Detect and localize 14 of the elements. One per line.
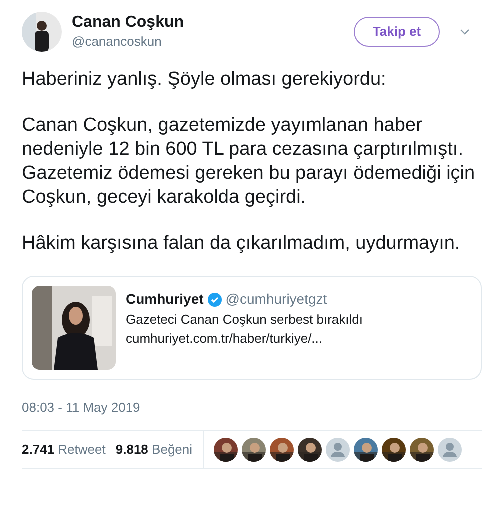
card-title: Gazeteci Canan Coşkun serbest bırakıldı <box>126 311 364 329</box>
tweet-text: Canan Coşkun, gazetemizde yayımlanan haber nedeniyle 12 bin 600 TL para cezasına çarptırılmıştı. Gazetemiz ödemesi gereken bu parayı ödemediği için Coşkun, geceyi karakolda geçirdi. <box>22 114 476 210</box>
stat-link[interactable]: 2.741 Retweet <box>22 440 106 460</box>
author-name[interactable]: Canan Coşkun <box>72 13 184 33</box>
link-card[interactable]: Cumhuriyet @cumhuriyetgzt Gazeteci Canan Coşkun serbest bırakıldı cumhuriyet.com.tr/haber/turkiye/... <box>22 276 482 380</box>
source-handle[interactable]: @cumhuriyetgzt <box>226 289 328 310</box>
card-link[interactable]: cumhuriyet.com.tr/haber/turkiye/... <box>126 329 364 348</box>
follow-button[interactable]: Takip et <box>354 17 440 47</box>
stat-link[interactable]: 9.818 Beğeni <box>116 440 193 460</box>
author-handle[interactable]: @canancoskun <box>72 33 184 51</box>
tweet-text: Haberiniz yanlış. Şöyle olması gerekiyordu: <box>22 68 388 92</box>
timestamp[interactable]: 08:03 - 11 May 2019 <box>22 400 140 415</box>
source-name[interactable]: Cumhuriyet <box>126 289 204 310</box>
tweet-text: Hâkim karşısına falan da çıkarılmadım, uydurmayın. <box>22 232 462 256</box>
